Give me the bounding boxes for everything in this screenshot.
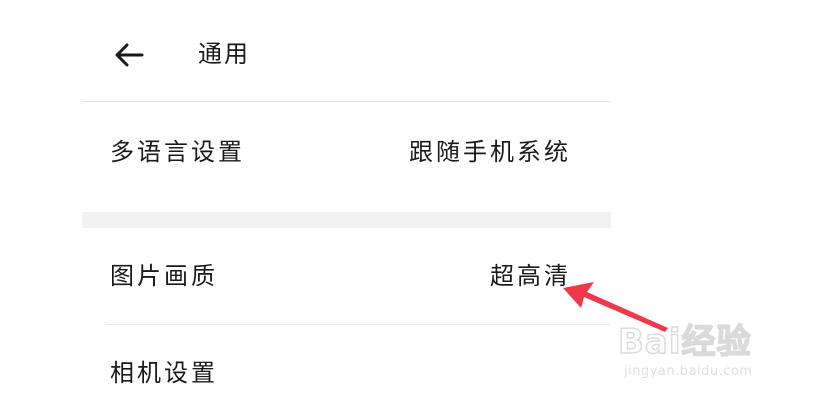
baidu-jingyan-watermark: Bai经验 jingyan.baidu.com — [617, 314, 778, 384]
camera-setting-label: 相机设置 — [110, 359, 218, 387]
page-title: 通用 — [198, 40, 250, 68]
language-setting-label: 多语言设置 — [110, 138, 245, 166]
top-bar: 通用 — [82, 0, 611, 102]
settings-panel: 通用 多语言设置 跟随手机系统 图片画质 超高清 相机设置 — [82, 0, 611, 403]
back-button[interactable] — [110, 36, 148, 74]
image-quality-value: 超高清 — [490, 262, 571, 290]
language-setting-value: 跟随手机系统 — [409, 138, 571, 166]
watermark-url: jingyan.baidu.com — [624, 364, 753, 379]
section-divider — [82, 212, 611, 228]
language-setting-row[interactable]: 多语言设置 跟随手机系统 — [82, 103, 611, 212]
image-quality-label: 图片画质 — [110, 262, 218, 290]
image-quality-row[interactable]: 图片画质 超高清 — [82, 228, 611, 324]
arrow-left-icon — [115, 43, 144, 67]
camera-setting-row[interactable]: 相机设置 — [82, 325, 611, 403]
page: 通用 多语言设置 跟随手机系统 图片画质 超高清 相机设置 Bai经验 jing… — [0, 0, 816, 403]
watermark-logo: Bai经验 — [617, 321, 752, 362]
